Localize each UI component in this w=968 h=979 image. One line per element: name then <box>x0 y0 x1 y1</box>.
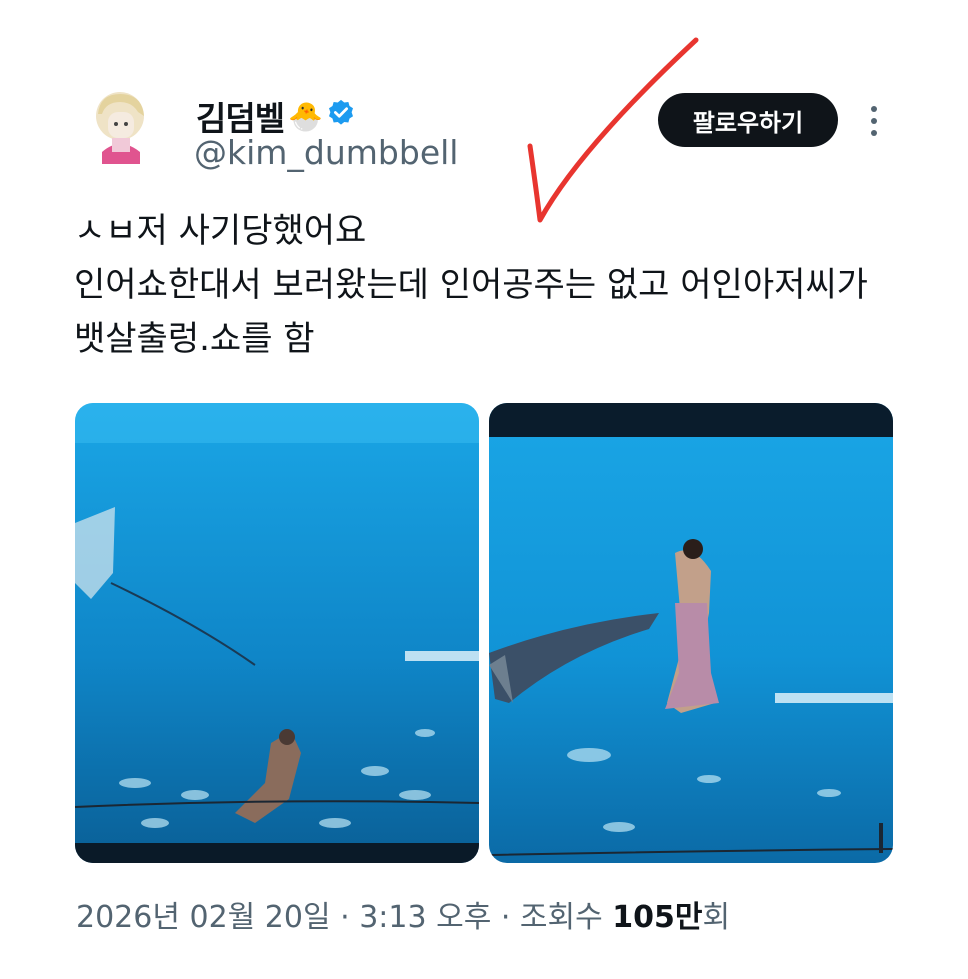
separator: · <box>330 900 360 935</box>
tweet-text: ㅅㅂ저 사기당했어요 인어쇼한대서 보러왔는데 인어공주는 없고 어인아저씨가 … <box>74 211 868 359</box>
tweet-date[interactable]: 2026년 02월 20일 <box>76 892 331 936</box>
more-vertical-icon[interactable] <box>864 103 884 139</box>
views-count: 105만 <box>612 900 703 935</box>
author-handle[interactable]: @kim_dumbbell <box>194 133 458 172</box>
separator: · <box>491 900 520 935</box>
chick-emoji-icon: 🐣 <box>288 99 323 133</box>
checkmark-icon <box>520 28 710 228</box>
avatar[interactable] <box>88 92 152 168</box>
views-suffix: 회 <box>702 900 731 935</box>
media-grid[interactable] <box>75 403 893 863</box>
views-label: 조회수 <box>519 900 613 935</box>
verified-badge-icon <box>326 97 356 136</box>
tweet-time[interactable]: 3:13 오후 <box>359 892 491 936</box>
photo-right[interactable] <box>489 403 893 863</box>
photo-left[interactable] <box>75 403 479 863</box>
tweet-meta: 2026년 02월 20일 · 3:13 오후 · 조회수 105만 회 <box>76 892 730 936</box>
